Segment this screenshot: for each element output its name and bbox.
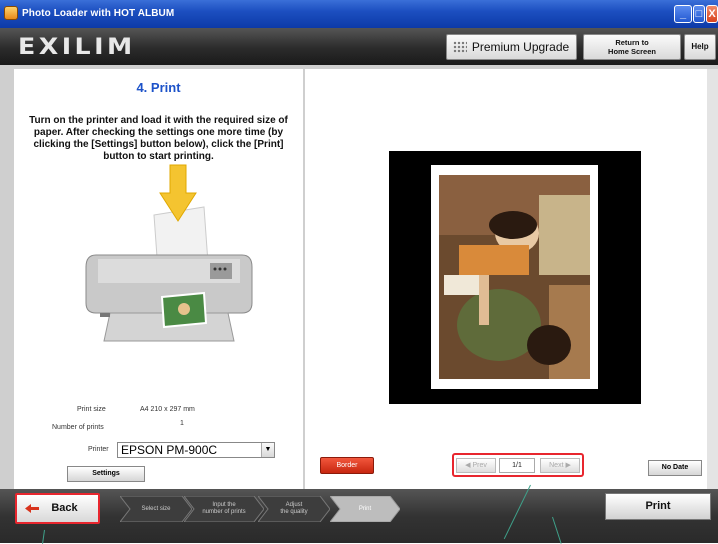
step-label-line2: the quality xyxy=(280,509,308,515)
no-date-button[interactable]: No Date xyxy=(648,460,702,476)
printer-label: Printer xyxy=(88,446,109,453)
step-select-size: Select size xyxy=(120,496,192,522)
premium-upgrade-button[interactable]: Premium Upgrade xyxy=(446,34,577,60)
photo-preview xyxy=(439,175,590,379)
arrow-left-icon xyxy=(25,504,39,513)
step-adjust-quality: Adjust the quality xyxy=(258,496,330,522)
step-label: Select size xyxy=(141,505,171,512)
back-button[interactable]: Back xyxy=(15,493,100,524)
minimize-button[interactable]: _ xyxy=(674,5,692,23)
preview-panel: Border ◀ Prev 1/1 Next ▶ No Date xyxy=(305,69,707,489)
step-number-of-prints: Input the number of prints xyxy=(184,496,264,522)
step-label: Print xyxy=(358,505,372,512)
print-preview xyxy=(389,151,641,404)
bottom-bar: Back Select size Input the number of prin… xyxy=(0,484,718,544)
printer-illustration xyxy=(85,164,253,342)
page-indicator: 1/1 xyxy=(499,458,535,473)
return-home-label-line1: Return to xyxy=(615,38,649,47)
number-of-prints-value: 1 xyxy=(180,420,184,427)
step-label: Input the xyxy=(212,502,236,508)
content-area: 4. Print Turn on the printer and load it… xyxy=(0,65,718,489)
return-home-button[interactable]: Return to Home Screen xyxy=(583,34,681,60)
printer-select[interactable]: EPSON PM-900C ▼ xyxy=(117,442,275,458)
number-of-prints-label: Number of prints xyxy=(52,424,104,431)
photo-border xyxy=(431,165,598,389)
step-title: 4. Print xyxy=(136,80,181,95)
close-button[interactable]: X xyxy=(706,5,718,23)
step-label: Adjust xyxy=(285,502,303,508)
settings-button[interactable]: Settings xyxy=(67,466,145,482)
minimize-icon: _ xyxy=(679,8,687,20)
instructions-text: Turn on the printer and load it with the… xyxy=(29,115,288,162)
app-window: Photo Loader with HOT ALBUM _ □ X EXILIM… xyxy=(0,0,718,544)
window-title: Photo Loader with HOT ALBUM xyxy=(22,8,175,19)
scrollbar[interactable] xyxy=(707,69,718,489)
chevron-right-icon: ▶ xyxy=(563,462,571,469)
step-label-line2: number of prints xyxy=(202,509,246,515)
border-button[interactable]: Border xyxy=(320,457,374,474)
print-button[interactable]: Print xyxy=(605,493,711,520)
maximize-button[interactable]: □ xyxy=(693,5,705,23)
print-size-label: Print size xyxy=(77,406,106,413)
app-icon xyxy=(4,6,18,20)
print-size-value: A4 210 x 297 mm xyxy=(140,406,195,413)
grid-icon xyxy=(453,41,467,53)
app-header: EXILIM Premium Upgrade Return to Home Sc… xyxy=(0,28,718,65)
step-print-current: Print xyxy=(330,496,400,522)
back-label: Back xyxy=(51,502,78,514)
page-navigator: ◀ Prev 1/1 Next ▶ xyxy=(452,453,584,477)
settings-panel: 4. Print Turn on the printer and load it… xyxy=(14,69,303,489)
callout-line xyxy=(552,516,562,544)
title-bar: Photo Loader with HOT ALBUM _ □ X xyxy=(0,0,718,28)
prev-button[interactable]: ◀ Prev xyxy=(456,458,496,473)
callout-line xyxy=(42,529,45,544)
exilim-logo: EXILIM xyxy=(18,35,136,60)
help-button[interactable]: Help xyxy=(684,34,716,60)
close-icon: X xyxy=(708,8,716,20)
prev-label: Prev xyxy=(472,462,487,469)
next-button[interactable]: Next ▶ xyxy=(540,458,580,473)
chevron-down-icon[interactable]: ▼ xyxy=(261,443,274,457)
callout-line xyxy=(503,484,531,540)
next-label: Next xyxy=(549,462,564,469)
printer-select-value: EPSON PM-900C xyxy=(121,443,218,457)
maximize-icon: □ xyxy=(695,8,703,20)
premium-upgrade-label: Premium Upgrade xyxy=(471,40,570,54)
return-home-label-line2: Home Screen xyxy=(608,47,656,56)
